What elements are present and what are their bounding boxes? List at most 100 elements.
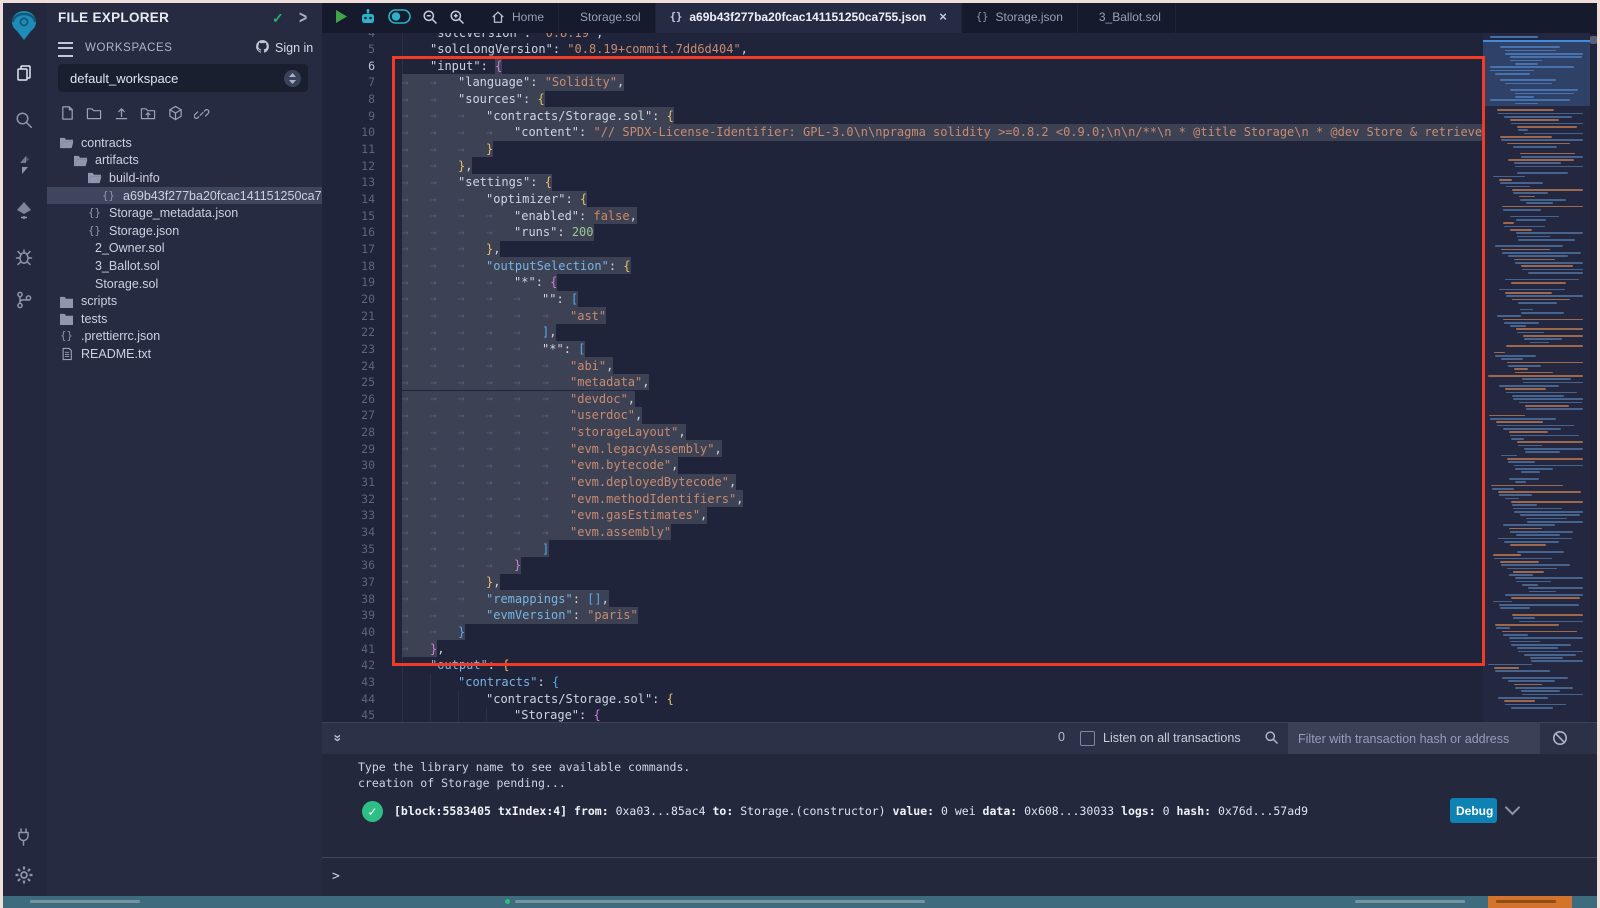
new-file-icon[interactable] bbox=[58, 104, 76, 122]
new-folder-icon[interactable] bbox=[85, 104, 103, 122]
toggle-button[interactable] bbox=[388, 9, 411, 24]
file-tree-item[interactable]: 2_Owner.sol bbox=[47, 240, 322, 258]
code-line-12[interactable]: 12→→}, bbox=[322, 157, 1483, 174]
code-line-20[interactable]: 20→→→→→"": [ bbox=[322, 291, 1483, 308]
tab-3_Ballot.sol[interactable]: 3_Ballot.sol bbox=[1078, 0, 1176, 33]
code-line-38[interactable]: 38→→→"remappings": [], bbox=[322, 590, 1483, 607]
indent-whitespace: → bbox=[514, 307, 542, 324]
search-icon[interactable] bbox=[0, 103, 47, 137]
code-line-24[interactable]: 24→→→→→→"abi", bbox=[322, 357, 1483, 374]
code-line-37[interactable]: 37→→→}, bbox=[322, 574, 1483, 591]
code-line-39[interactable]: 39→→→"evmVersion": "paris" bbox=[322, 607, 1483, 624]
code-line-28[interactable]: 28→→→→→→"storageLayout", bbox=[322, 424, 1483, 441]
file-tree-item[interactable]: contracts bbox=[47, 134, 322, 152]
code-line-34[interactable]: 34→→→→→→"evm.assembly" bbox=[322, 524, 1483, 541]
code-line-4[interactable]: 4"solcVersion": "0.8.19", bbox=[322, 33, 1483, 41]
code-line-5[interactable]: 5"solcLongVersion": "0.8.19+commit.7dd6d… bbox=[322, 41, 1483, 58]
code-line-15[interactable]: 15→→→→"enabled": false, bbox=[322, 207, 1483, 224]
explorer-chevron-icon[interactable]: > bbox=[299, 7, 307, 28]
transaction-expand-chevron-icon[interactable] bbox=[1505, 800, 1521, 816]
code-line-44[interactable]: 44"contracts/Storage.sol": { bbox=[322, 690, 1483, 707]
terminal-prompt[interactable]: > bbox=[332, 869, 340, 884]
tab-Storage.sol[interactable]: Storage.sol bbox=[559, 0, 656, 33]
tab-a69b43f277ba20fcac141151250ca755.json[interactable]: {}a69b43f277ba20fcac141151250ca755.json× bbox=[656, 0, 962, 33]
cube-icon[interactable] bbox=[166, 104, 184, 122]
upload-folder-icon[interactable] bbox=[139, 104, 157, 122]
settings-icon[interactable] bbox=[0, 858, 47, 892]
code-line-41[interactable]: 41→}, bbox=[322, 640, 1483, 657]
code-line-14[interactable]: 14→→→"optimizer": { bbox=[322, 191, 1483, 208]
zoom-in-button[interactable] bbox=[449, 9, 465, 25]
code-line-31[interactable]: 31→→→→→→"evm.deployedBytecode", bbox=[322, 474, 1483, 491]
file-explorer-icon[interactable] bbox=[0, 56, 47, 90]
code-line-43[interactable]: 43"contracts": { bbox=[322, 674, 1483, 691]
code-line-9[interactable]: 9→→→"contracts/Storage.sol": { bbox=[322, 107, 1483, 124]
workspace-select[interactable]: default_workspace bbox=[58, 64, 308, 92]
file-tree-item[interactable]: tests bbox=[47, 310, 322, 328]
code-line-29[interactable]: 29→→→→→→"evm.legacyAssembly", bbox=[322, 440, 1483, 457]
plugin-manager-icon[interactable] bbox=[0, 820, 47, 854]
debugger-icon[interactable] bbox=[0, 240, 47, 274]
code-line-16[interactable]: 16→→→→"runs": 200 bbox=[322, 224, 1483, 241]
debug-button[interactable]: Debug bbox=[1450, 798, 1497, 823]
git-icon[interactable] bbox=[0, 283, 47, 317]
minimap-viewport[interactable] bbox=[1483, 40, 1590, 106]
file-tree-item[interactable]: {}Storage.json bbox=[47, 222, 322, 240]
play-button[interactable] bbox=[335, 9, 348, 24]
tab-Home[interactable]: Home bbox=[477, 0, 559, 33]
code-line-6[interactable]: 6"input": { bbox=[322, 58, 1483, 75]
code-line-35[interactable]: 35→→→→→] bbox=[322, 540, 1483, 557]
file-tree-item[interactable]: 3_Ballot.sol bbox=[47, 257, 322, 275]
file-tree-item[interactable]: Storage.sol bbox=[47, 275, 322, 293]
upload-file-icon[interactable] bbox=[112, 104, 130, 122]
code-line-23[interactable]: 23→→→→→"*": [ bbox=[322, 341, 1483, 358]
link-icon[interactable] bbox=[193, 104, 211, 122]
code-line-30[interactable]: 30→→→→→→"evm.bytecode", bbox=[322, 457, 1483, 474]
code-line-45[interactable]: 45"Storage": { bbox=[322, 707, 1483, 722]
clear-console-icon[interactable] bbox=[1552, 730, 1568, 751]
file-tree-item[interactable]: scripts bbox=[47, 292, 322, 310]
terminal-search-icon[interactable] bbox=[1264, 730, 1279, 750]
terminal-collapse-icon[interactable]: « bbox=[328, 734, 344, 742]
code-line-25[interactable]: 25→→→→→→"metadata", bbox=[322, 374, 1483, 391]
zoom-out-button[interactable] bbox=[422, 9, 438, 25]
file-tree-item[interactable]: README.txt bbox=[47, 345, 322, 363]
code-line-40[interactable]: 40→→} bbox=[322, 624, 1483, 641]
robot-button[interactable] bbox=[359, 8, 377, 26]
file-tree-item[interactable]: build-info bbox=[47, 169, 322, 187]
code-editor[interactable]: 4"solcVersion": "0.8.19",5"solcLongVersi… bbox=[322, 33, 1483, 722]
code-line-36[interactable]: 36→→→→} bbox=[322, 557, 1483, 574]
code-line-26[interactable]: 26→→→→→→"devdoc", bbox=[322, 391, 1483, 408]
code-line-19[interactable]: 19→→→→"*": { bbox=[322, 274, 1483, 291]
code-line-33[interactable]: 33→→→→→→"evm.gasEstimates", bbox=[322, 507, 1483, 524]
sign-in-button[interactable]: Sign in bbox=[255, 39, 313, 57]
listen-all-transactions-checkbox[interactable] bbox=[1080, 731, 1095, 746]
file-tree-item[interactable]: {}Storage_metadata.json bbox=[47, 204, 322, 222]
file-tree-item[interactable]: artifacts bbox=[47, 152, 322, 170]
minimap[interactable] bbox=[1483, 33, 1590, 722]
code-line-11[interactable]: 11→→→} bbox=[322, 141, 1483, 158]
close-tab-icon[interactable]: × bbox=[939, 9, 947, 24]
workspaces-menu-icon[interactable] bbox=[58, 42, 73, 57]
tab-Storage.json[interactable]: {}Storage.json bbox=[962, 0, 1078, 33]
code-line-10[interactable]: 10→→→→"content": "// SPDX-License-Identi… bbox=[322, 124, 1483, 141]
file-tree-item[interactable]: {}.prettierrc.json bbox=[47, 328, 322, 346]
workspace-dropdown-icon[interactable] bbox=[284, 70, 301, 87]
code-line-18[interactable]: 18→→→"outputSelection": { bbox=[322, 257, 1483, 274]
code-line-32[interactable]: 32→→→→→→"evm.methodIdentifiers", bbox=[322, 490, 1483, 507]
file-tree-item[interactable]: {}a69b43f277ba20fcac141151250ca7... bbox=[47, 187, 322, 205]
code-line-22[interactable]: 22→→→→→], bbox=[322, 324, 1483, 341]
code-line-17[interactable]: 17→→→}, bbox=[322, 241, 1483, 258]
transaction-log-row[interactable]: ✓ [block:5583405 txIndex:4] from: 0xa03.… bbox=[322, 797, 1600, 831]
code-line-27[interactable]: 27→→→→→→"userdoc", bbox=[322, 407, 1483, 424]
code-line-21[interactable]: 21→→→→→→"ast" bbox=[322, 307, 1483, 324]
transaction-filter-input[interactable] bbox=[1288, 723, 1540, 754]
code-line-7[interactable]: 7→→"language": "Solidity", bbox=[322, 74, 1483, 91]
code-line-42[interactable]: 42"output": { bbox=[322, 657, 1483, 674]
code-line-8[interactable]: 8→→"sources": { bbox=[322, 91, 1483, 108]
remix-logo-icon[interactable] bbox=[0, 8, 47, 42]
deploy-run-icon[interactable] bbox=[0, 193, 47, 227]
code-line-13[interactable]: 13→→"settings": { bbox=[322, 174, 1483, 191]
solidity-compiler-icon[interactable] bbox=[0, 148, 47, 182]
vertical-scrollbar-thumb[interactable] bbox=[1590, 36, 1597, 44]
